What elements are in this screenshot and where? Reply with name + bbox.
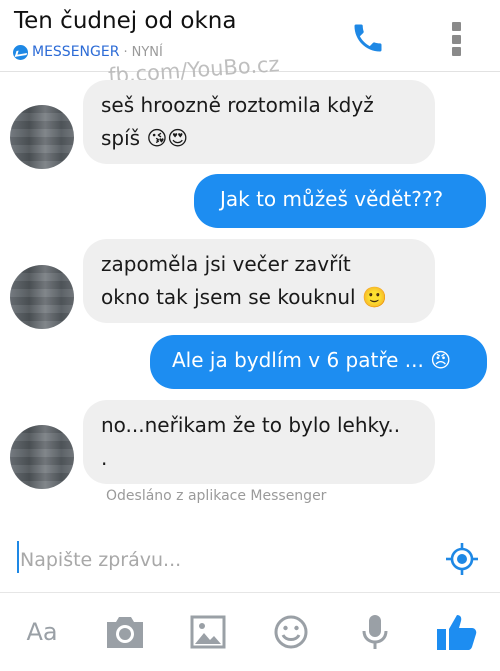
avatar[interactable] — [10, 425, 74, 489]
message-bubble-incoming: zapoměla jsi večer zavřít okno tak jsem … — [83, 239, 435, 323]
phone-icon[interactable] — [350, 20, 386, 56]
emoji-icon[interactable] — [272, 612, 310, 652]
separator: · — [123, 44, 128, 60]
text-caret — [17, 541, 19, 573]
message-line: Jak to můžeš vědět??? — [220, 187, 444, 211]
message-input[interactable] — [20, 545, 420, 575]
messenger-icon — [13, 44, 28, 60]
contact-name[interactable]: Ten čudnej od okna — [14, 8, 236, 34]
message-line: Ale ja bydlím v 6 patře ... 😠 — [172, 348, 452, 372]
message-line: okno tak jsem se kouknul 🙂 — [101, 285, 387, 309]
message-line: zapoměla jsi večer zavřít — [101, 252, 351, 276]
like-icon[interactable] — [434, 612, 480, 652]
avatar[interactable] — [10, 265, 74, 329]
sent-from-note: Odesláno z aplikace Messenger — [106, 488, 327, 504]
text-format-button[interactable]: Aa — [22, 612, 62, 652]
message-line: seš hroozně roztomila když — [101, 93, 374, 117]
location-icon[interactable] — [445, 542, 479, 576]
message-bubble-outgoing: Jak to můžeš vědět??? — [194, 174, 486, 228]
camera-icon[interactable] — [103, 612, 147, 652]
app-label: MESSENGER — [32, 44, 120, 60]
more-options-icon[interactable] — [450, 22, 462, 56]
gallery-icon[interactable] — [189, 612, 227, 652]
microphone-icon[interactable] — [360, 612, 390, 652]
message-list: seš hroozně roztomila když spíš 😘😍 Jak t… — [0, 72, 500, 527]
message-bubble-incoming: no...neřikam že to bylo lehky.. . — [83, 400, 435, 484]
message-line: . — [101, 446, 108, 470]
composer-toolbar — [0, 592, 500, 671]
status-time: NYNÍ — [131, 44, 163, 60]
avatar[interactable] — [10, 105, 74, 169]
message-bubble-outgoing: Ale ja bydlím v 6 patře ... 😠 — [150, 335, 487, 389]
message-bubble-incoming: seš hroozně roztomila když spíš 😘😍 — [83, 80, 435, 164]
message-line: spíš 😘😍 — [101, 126, 189, 150]
message-line: no...neřikam že to bylo lehky.. — [101, 413, 401, 437]
header-subtitle: MESSENGER · NYNÍ — [13, 44, 163, 60]
